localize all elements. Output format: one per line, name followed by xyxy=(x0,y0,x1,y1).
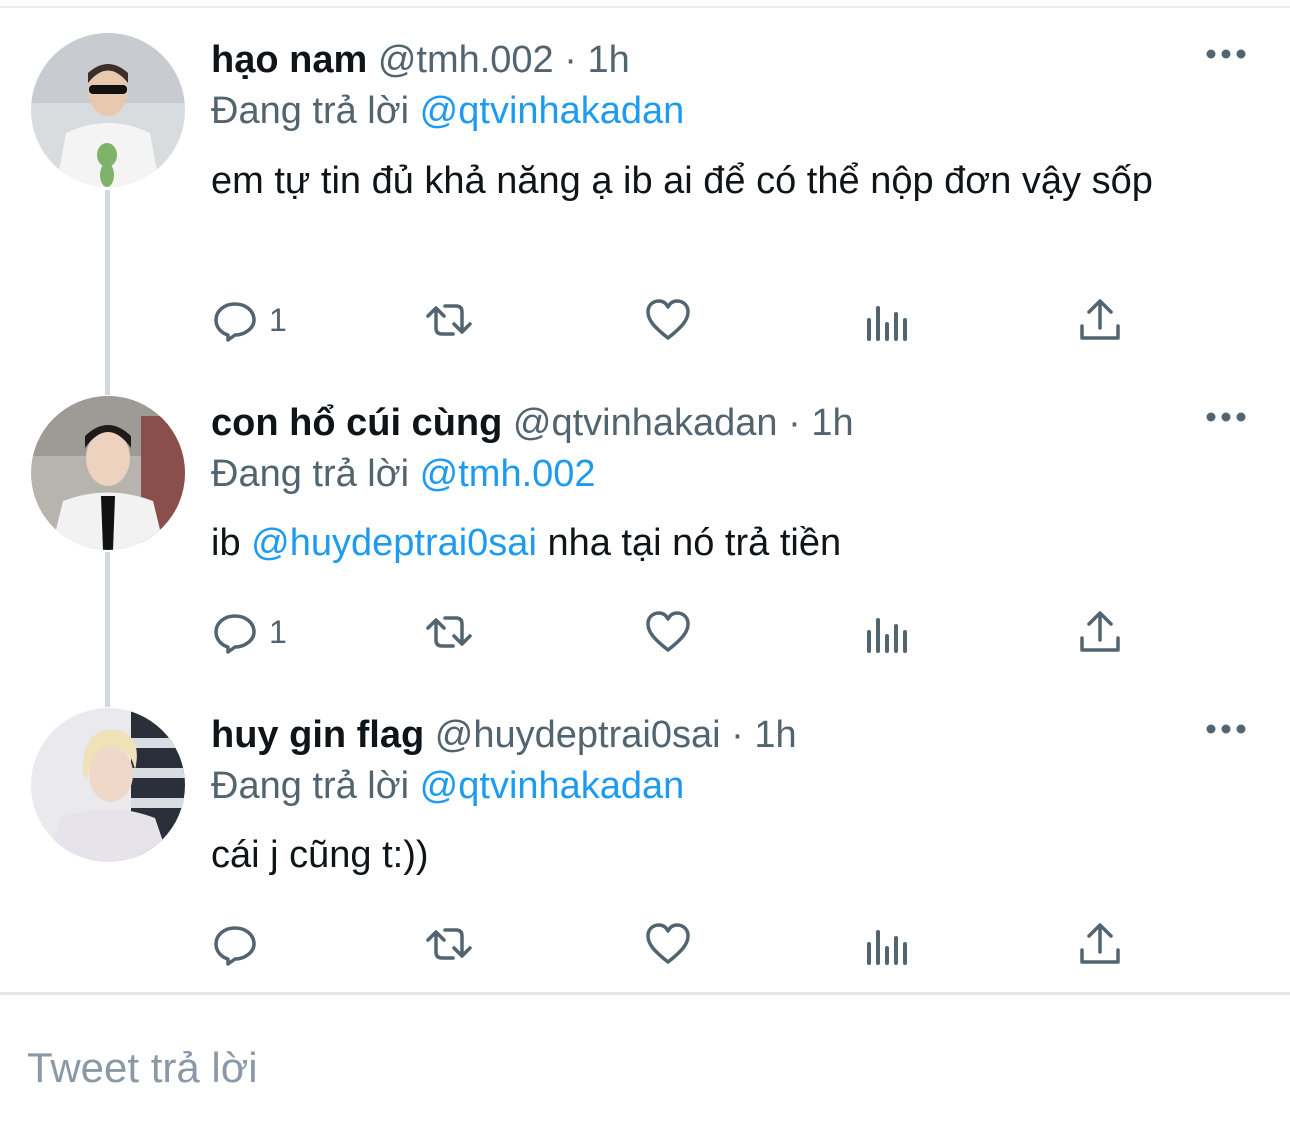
tweet-header: con hổ cúi cùng @qtvinhakadan · 1h xyxy=(211,399,854,447)
more-icon[interactable] xyxy=(1205,407,1247,427)
replying-to-mention[interactable]: @tmh.002 xyxy=(420,453,596,495)
retweet-button[interactable] xyxy=(425,914,473,974)
tweet-header: huy gin flag @huydeptrai0sai · 1h xyxy=(211,711,797,759)
tweet-header: hạo nam @tmh.002 · 1h xyxy=(211,36,630,84)
timestamp[interactable]: 1h xyxy=(587,39,629,81)
display-name[interactable]: con hổ cúi cùng xyxy=(211,402,502,444)
compose-divider xyxy=(0,992,1290,995)
analytics-icon xyxy=(867,930,907,965)
replying-to: Đang trả lời @tmh.002 xyxy=(211,450,596,498)
reply-icon xyxy=(214,614,256,654)
like-button[interactable] xyxy=(644,290,692,350)
views-button[interactable] xyxy=(861,290,909,350)
reply-icon xyxy=(214,302,256,342)
retweet-icon xyxy=(426,616,472,648)
separator-dot: · xyxy=(731,714,744,756)
tweet-actions: 1 xyxy=(211,290,1211,350)
views-button[interactable] xyxy=(861,602,909,662)
reply-button[interactable] xyxy=(211,914,269,974)
reply-button[interactable]: 1 xyxy=(211,602,287,662)
avatar[interactable] xyxy=(31,396,185,550)
display-name[interactable]: hạo nam xyxy=(211,39,367,81)
share-button[interactable] xyxy=(1076,602,1124,662)
share-button[interactable] xyxy=(1076,914,1124,974)
heart-icon xyxy=(646,923,690,964)
replying-to-mention[interactable]: @qtvinhakadan xyxy=(420,90,685,132)
share-button[interactable] xyxy=(1076,290,1124,350)
timestamp[interactable]: 1h xyxy=(811,402,853,444)
share-icon xyxy=(1080,923,1120,964)
analytics-icon xyxy=(867,618,907,653)
separator-dot: · xyxy=(788,402,801,444)
tweet-actions xyxy=(211,914,1211,974)
more-icon[interactable] xyxy=(1205,44,1247,64)
reply-compose-input[interactable]: Tweet trả lời xyxy=(27,1040,258,1096)
retweet-button[interactable] xyxy=(425,290,473,350)
replying-to: Đang trả lời @qtvinhakadan xyxy=(211,87,684,135)
thread-line xyxy=(105,190,110,395)
replying-to-label: Đang trả lời xyxy=(211,453,410,495)
reply-count: 1 xyxy=(269,301,287,338)
share-icon xyxy=(1080,299,1120,340)
tweet-text-part: em tự tin đủ khả năng ạ ib ai để có thể … xyxy=(211,160,1153,202)
tweet-text: em tự tin đủ khả năng ạ ib ai để có thể … xyxy=(211,155,1251,207)
username-handle[interactable]: @tmh.002 xyxy=(378,39,554,81)
retweet-icon xyxy=(426,304,472,336)
thread-line xyxy=(105,552,110,707)
top-divider xyxy=(0,6,1290,8)
replying-to-mention[interactable]: @qtvinhakadan xyxy=(420,765,685,807)
reply-count: 1 xyxy=(269,613,287,650)
like-button[interactable] xyxy=(644,602,692,662)
tweet-text-part: cái j cũng t:)) xyxy=(211,834,429,876)
reply-icon xyxy=(214,926,256,966)
heart-icon xyxy=(646,299,690,340)
analytics-icon xyxy=(867,306,907,341)
separator-dot: · xyxy=(564,39,577,81)
tweet-text-part: ib xyxy=(211,522,252,564)
tweet-text: cái j cũng t:)) xyxy=(211,829,1251,881)
tweet-actions: 1 xyxy=(211,602,1211,662)
like-button[interactable] xyxy=(644,914,692,974)
tweet-text-part: nha tại nó trả tiền xyxy=(536,522,842,564)
tweet-text: ib @huydeptrai0sai nha tại nó trả tiền xyxy=(211,517,1251,569)
retweet-icon xyxy=(426,928,472,960)
replying-to: Đang trả lời @qtvinhakadan xyxy=(211,762,684,810)
avatar[interactable] xyxy=(31,33,185,187)
retweet-button[interactable] xyxy=(425,602,473,662)
username-handle[interactable]: @huydeptrai0sai xyxy=(435,714,721,756)
avatar[interactable] xyxy=(31,708,185,862)
replying-to-label: Đang trả lời xyxy=(211,765,410,807)
reply-button[interactable]: 1 xyxy=(211,290,287,350)
username-handle[interactable]: @qtvinhakadan xyxy=(513,402,778,444)
timestamp[interactable]: 1h xyxy=(754,714,796,756)
display-name[interactable]: huy gin flag xyxy=(211,714,424,756)
more-icon[interactable] xyxy=(1205,719,1247,739)
share-icon xyxy=(1080,611,1120,652)
text-mention[interactable]: @huydeptrai0sai xyxy=(251,522,537,564)
replying-to-label: Đang trả lời xyxy=(211,90,410,132)
heart-icon xyxy=(646,611,690,652)
views-button[interactable] xyxy=(861,914,909,974)
